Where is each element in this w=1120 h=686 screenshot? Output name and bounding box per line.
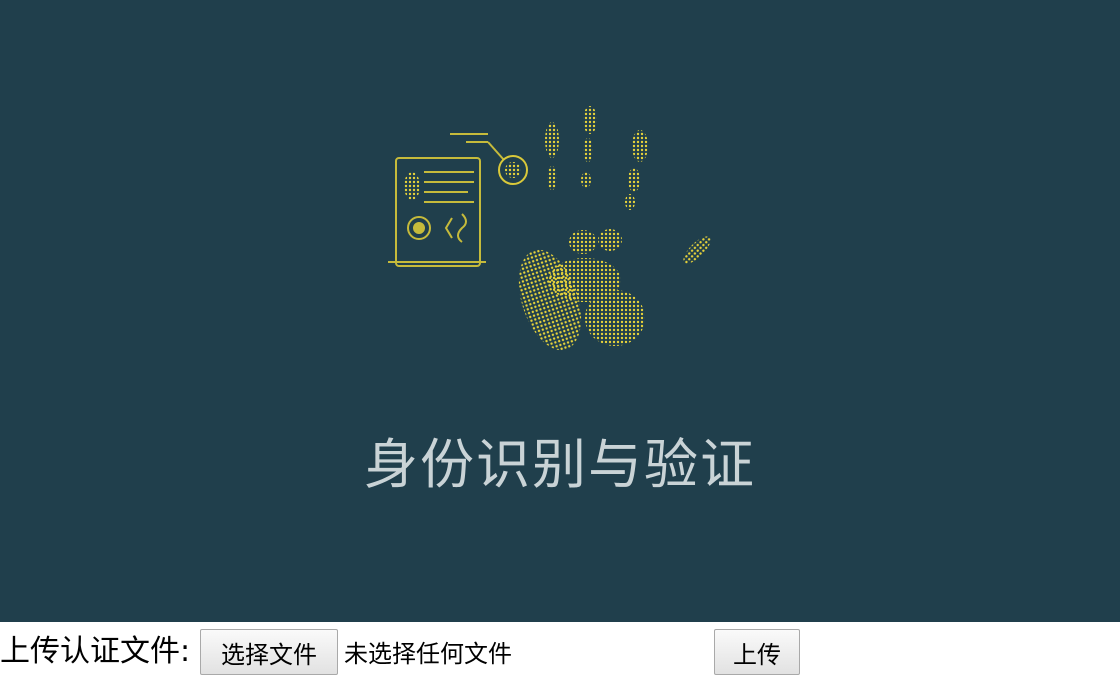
hero-banner: 身份识别与验证 — [0, 0, 1120, 622]
banner-title: 身份识别与验证 — [364, 433, 756, 496]
upload-label: 上传认证文件: — [0, 634, 191, 669]
handprint-scan-icon — [388, 106, 711, 351]
file-status-text: 未选择任何文件 — [344, 640, 512, 668]
scan-panel-graphic — [388, 133, 505, 267]
upload-button[interactable]: 上传 — [714, 629, 800, 675]
handprint-palm — [518, 229, 645, 351]
thumb-print-mini — [404, 172, 420, 200]
upload-form: 上传认证文件: 选择文件 未选择任何文件 上传 — [0, 622, 1120, 686]
choose-file-button[interactable]: 选择文件 — [200, 629, 338, 675]
